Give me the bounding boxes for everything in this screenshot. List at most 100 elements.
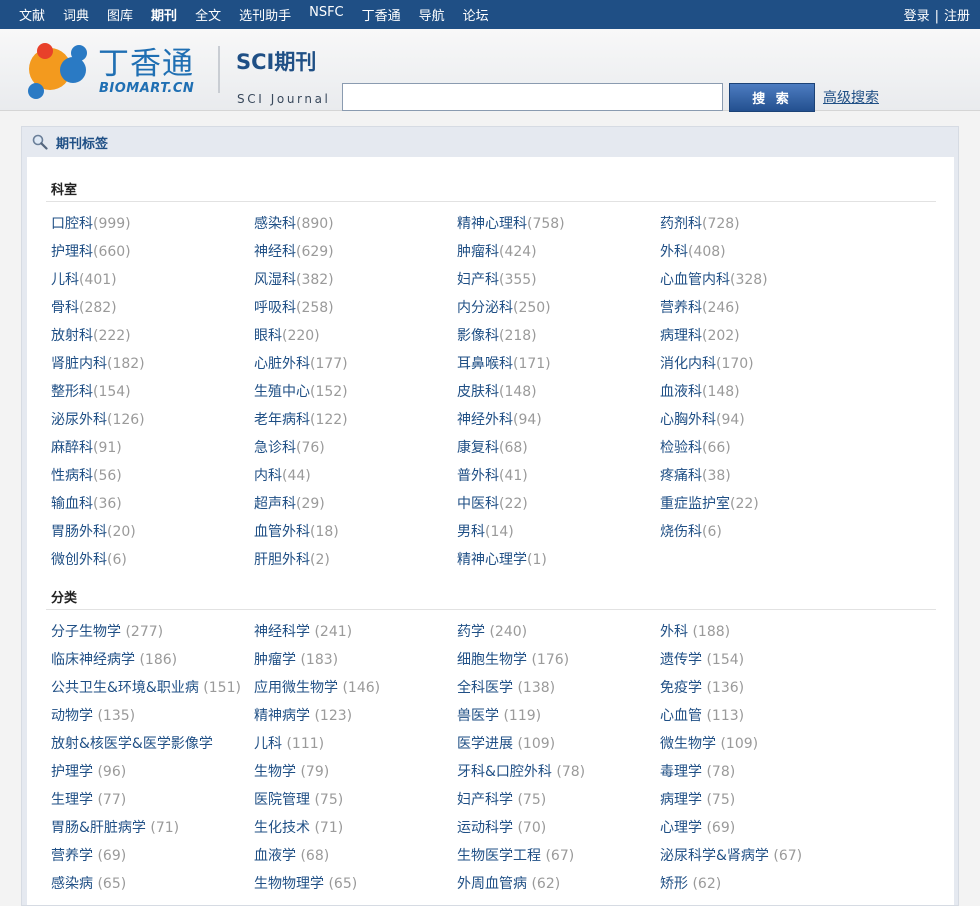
tag-link[interactable]: 公共卫生&环境&职业病: [51, 680, 199, 696]
tag-item[interactable]: 神经科学 (241): [254, 621, 352, 641]
tag-item[interactable]: 中医科(22): [457, 493, 528, 513]
tag-link[interactable]: 肾脏内科: [51, 356, 107, 372]
tag-link[interactable]: 神经科: [254, 244, 296, 260]
tag-item[interactable]: 毒理学 (78): [660, 761, 735, 781]
tag-link[interactable]: 康复科: [457, 440, 499, 456]
tag-item[interactable]: 病理学 (75): [660, 789, 735, 809]
tag-link[interactable]: 重症监护室: [660, 496, 730, 512]
tag-link[interactable]: 儿科: [254, 736, 282, 752]
tag-item[interactable]: 护理科(660): [51, 241, 131, 261]
tag-item[interactable]: 生物学 (79): [254, 761, 329, 781]
tag-item[interactable]: 康复科(68): [457, 437, 528, 457]
tag-link[interactable]: 微创外科: [51, 552, 107, 568]
tag-link[interactable]: 药学: [457, 624, 485, 640]
tag-item[interactable]: 营养科(246): [660, 297, 740, 317]
tag-link[interactable]: 遗传学: [660, 652, 702, 668]
tag-link[interactable]: 中医科: [457, 496, 499, 512]
tag-link[interactable]: 医学进展: [457, 736, 513, 752]
nav-item[interactable]: 图库: [107, 5, 133, 24]
tag-item[interactable]: 儿科 (111): [254, 733, 324, 753]
tag-link[interactable]: 心理学: [660, 820, 702, 836]
tag-item[interactable]: 感染科(890): [254, 213, 334, 233]
tag-item[interactable]: 性病科(56): [51, 465, 122, 485]
tag-link[interactable]: 生物物理学: [254, 876, 324, 892]
tag-link[interactable]: 消化内科: [660, 356, 716, 372]
tag-item[interactable]: 耳鼻喉科(171): [457, 353, 551, 373]
tag-item[interactable]: 泌尿外科(126): [51, 409, 145, 429]
tag-link[interactable]: 毒理学: [660, 764, 702, 780]
tag-item[interactable]: 兽医学 (119): [457, 705, 541, 725]
tag-item[interactable]: 动物学 (135): [51, 705, 135, 725]
tag-link[interactable]: 心脏外科: [254, 356, 310, 372]
tag-item[interactable]: 放射科(222): [51, 325, 131, 345]
nav-item[interactable]: 选刊助手: [239, 5, 291, 24]
tag-link[interactable]: 心血管内科: [660, 272, 730, 288]
tag-link[interactable]: 放射&核医学&医学影像学: [51, 736, 213, 752]
tag-item[interactable]: 生物物理学 (65): [254, 873, 357, 893]
tag-item[interactable]: 超声科(29): [254, 493, 325, 513]
tag-item[interactable]: 微创外科(6): [51, 549, 127, 569]
tag-link[interactable]: 呼吸科: [254, 300, 296, 316]
tag-link[interactable]: 老年病科: [254, 412, 310, 428]
tag-link[interactable]: 血管外科: [254, 524, 310, 540]
tag-link[interactable]: 输血科: [51, 496, 93, 512]
tag-item[interactable]: 妇产科(355): [457, 269, 537, 289]
tag-item[interactable]: 外周血管病 (62): [457, 873, 560, 893]
tag-link[interactable]: 心血管: [660, 708, 702, 724]
tag-item[interactable]: 肿瘤科(424): [457, 241, 537, 261]
tag-item[interactable]: 精神病学 (123): [254, 705, 352, 725]
tag-item[interactable]: 疼痛科(38): [660, 465, 731, 485]
tag-link[interactable]: 疼痛科: [660, 468, 702, 484]
tag-link[interactable]: 生物医学工程: [457, 848, 541, 864]
tag-link[interactable]: 生殖中心: [254, 384, 310, 400]
tag-link[interactable]: 分子生物学: [51, 624, 121, 640]
tag-item[interactable]: 风湿科(382): [254, 269, 334, 289]
tag-link[interactable]: 临床神经病学: [51, 652, 135, 668]
tag-item[interactable]: 微生物学 (109): [660, 733, 758, 753]
tag-item[interactable]: 运动科学 (70): [457, 817, 546, 837]
tag-item[interactable]: 呼吸科(258): [254, 297, 334, 317]
tag-link[interactable]: 精神心理学: [457, 552, 527, 568]
tag-item[interactable]: 胃肠外科(20): [51, 521, 136, 541]
tag-link[interactable]: 外科: [660, 244, 688, 260]
tag-link[interactable]: 检验科: [660, 440, 702, 456]
tag-link[interactable]: 外科: [660, 624, 688, 640]
tag-link[interactable]: 眼科: [254, 328, 282, 344]
tag-link[interactable]: 内分泌科: [457, 300, 513, 316]
tag-item[interactable]: 心胸外科(94): [660, 409, 745, 429]
tag-item[interactable]: 外科(408): [660, 241, 726, 261]
tag-link[interactable]: 普外科: [457, 468, 499, 484]
tag-link[interactable]: 神经外科: [457, 412, 513, 428]
tag-item[interactable]: 内分泌科(250): [457, 297, 551, 317]
tag-link[interactable]: 超声科: [254, 496, 296, 512]
tag-link[interactable]: 动物学: [51, 708, 93, 724]
tag-item[interactable]: 外科 (188): [660, 621, 730, 641]
tag-item[interactable]: 神经外科(94): [457, 409, 542, 429]
tag-link[interactable]: 护理学: [51, 764, 93, 780]
tag-item[interactable]: 骨科(282): [51, 297, 117, 317]
tag-item[interactable]: 医院管理 (75): [254, 789, 343, 809]
tag-link[interactable]: 精神病学: [254, 708, 310, 724]
nav-item[interactable]: 词典: [63, 5, 89, 24]
tag-item[interactable]: 血液学 (68): [254, 845, 329, 865]
tag-link[interactable]: 性病科: [51, 468, 93, 484]
tag-item[interactable]: 病理科(202): [660, 325, 740, 345]
tag-item[interactable]: 内科(44): [254, 465, 311, 485]
tag-link[interactable]: 营养科: [660, 300, 702, 316]
tag-link[interactable]: 皮肤科: [457, 384, 499, 400]
tag-link[interactable]: 肿瘤科: [457, 244, 499, 260]
tag-link[interactable]: 矫形: [660, 876, 688, 892]
tag-link[interactable]: 肿瘤学: [254, 652, 296, 668]
tag-item[interactable]: 血管外科(18): [254, 521, 339, 541]
tag-link[interactable]: 整形科: [51, 384, 93, 400]
tag-link[interactable]: 放射科: [51, 328, 93, 344]
tag-link[interactable]: 生化技术: [254, 820, 310, 836]
tag-link[interactable]: 肝胆外科: [254, 552, 310, 568]
tag-link[interactable]: 内科: [254, 468, 282, 484]
tag-link[interactable]: 应用微生物学: [254, 680, 338, 696]
tag-item[interactable]: 神经科(629): [254, 241, 334, 261]
search-input[interactable]: [342, 83, 723, 111]
tag-link[interactable]: 护理科: [51, 244, 93, 260]
tag-item[interactable]: 生理学 (77): [51, 789, 126, 809]
tag-item[interactable]: 生物医学工程 (67): [457, 845, 574, 865]
